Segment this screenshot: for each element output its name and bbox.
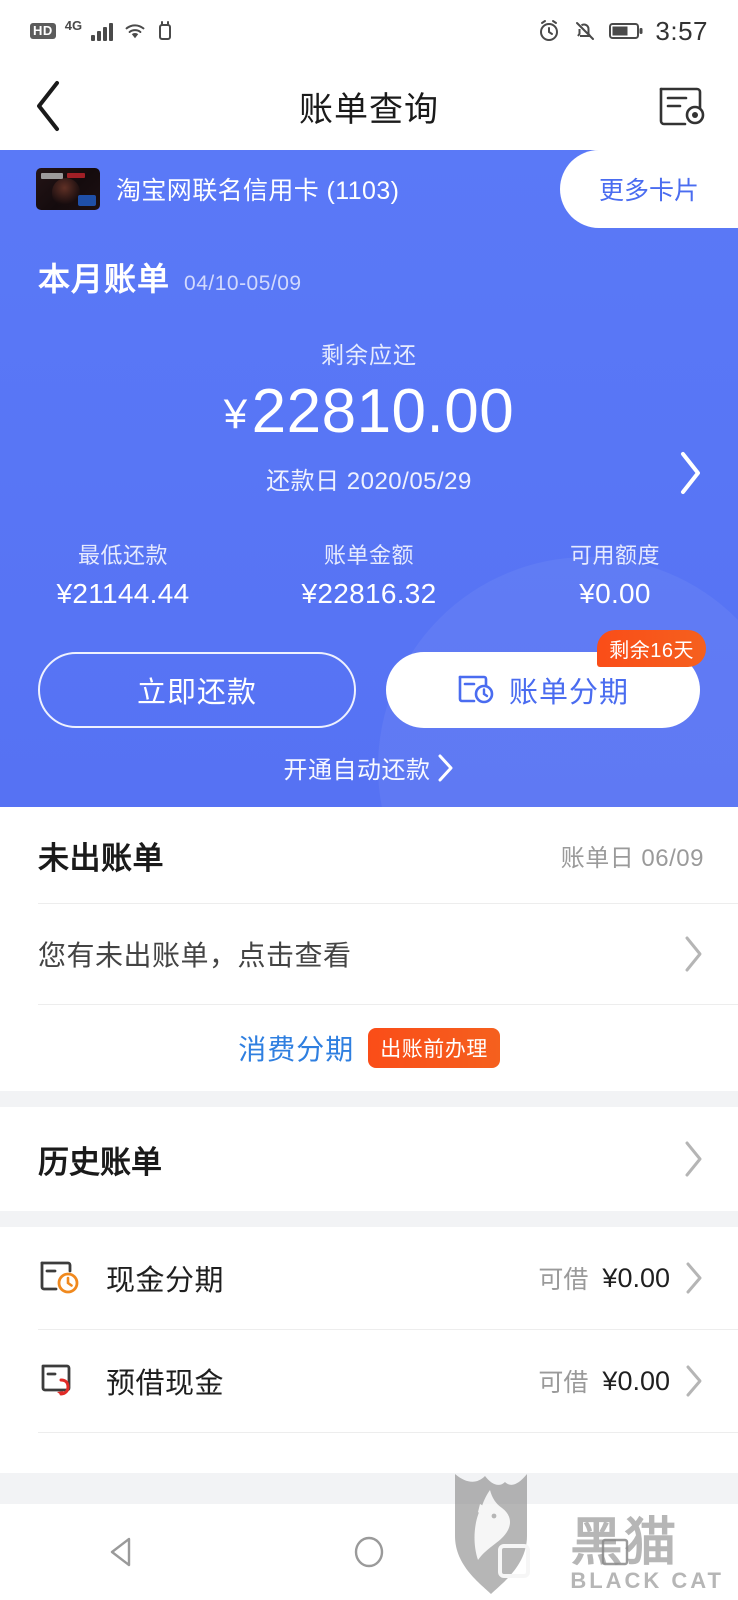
usb-icon <box>157 20 173 42</box>
chevron-right-icon <box>676 450 704 496</box>
page-title: 账单查询 <box>299 89 439 130</box>
consumer-installment-link: 消费分期 <box>238 1034 355 1065</box>
days-left-badge: 剩余16天 <box>597 630 706 667</box>
unbilled-section: 未出账单 账单日 06/09 您有未出账单，点击查看 消费分期 出账前办理 <box>0 807 738 1091</box>
watermark-en: BLACK CAT <box>570 1568 724 1593</box>
back-triangle-icon[interactable] <box>103 1532 143 1572</box>
chevron-right-icon <box>435 753 455 783</box>
bill-summary-card: 淘宝网联名信用卡 (1103) 更多卡片 本月账单 04/10-05/09 剩余… <box>0 150 738 807</box>
status-bar: HD 4G 3:57 <box>0 0 738 62</box>
bill-period: 04/10-05/09 <box>184 272 302 295</box>
promo-badge: 出账前办理 <box>368 1028 500 1068</box>
service-tag: 可借 <box>538 1369 589 1397</box>
history-title: 历史账单 <box>38 1144 162 1180</box>
service-label: 现金分期 <box>106 1265 225 1297</box>
cash-advance-icon <box>38 1361 84 1401</box>
status-bar-right: 3:57 <box>537 16 708 47</box>
due-date-label: 还款日 2020/05/29 <box>266 468 472 495</box>
amount-number: 22810.00 <box>251 377 515 446</box>
stat-bill-amount: 账单金额 ¥22816.32 <box>246 538 492 610</box>
cash-installment-icon <box>38 1258 84 1298</box>
card-name-label: 淘宝网联名信用卡 (1103) <box>116 177 400 205</box>
bill-title: 本月账单 <box>38 261 171 297</box>
card-selector-bar: 淘宝网联名信用卡 (1103) 更多卡片 <box>0 150 738 228</box>
enable-autopay-link[interactable]: 开通自动还款 <box>0 728 738 785</box>
bill-installment-label: 账单分期 <box>508 677 629 709</box>
unbilled-header: 未出账单 账单日 06/09 <box>0 807 738 903</box>
phone-screen: HD 4G 3:57 账单查询 淘宝网联名信用卡 (1103) 更多卡片 本月账… <box>0 0 738 1600</box>
signal-icon <box>91 21 114 41</box>
service-right: 可借 ¥0.00 <box>538 1363 704 1399</box>
black-cat-logo-icon <box>450 1468 560 1594</box>
repay-now-button[interactable]: 立即还款 <box>38 652 356 728</box>
unbilled-detail-row[interactable]: 您有未出账单，点击查看 <box>0 904 738 1004</box>
partial-service-row[interactable] <box>0 1433 738 1473</box>
bill-stats: 最低还款 ¥21144.44 账单金额 ¥22816.32 可用额度 ¥0.00 <box>0 538 738 610</box>
service-row-cash-installment[interactable]: 现金分期 可借 ¥0.00 <box>0 1227 738 1329</box>
mute-icon <box>573 19 597 43</box>
alarm-icon <box>537 19 561 43</box>
watermark: 黑猫 BLACK CAT <box>450 1468 724 1594</box>
status-bar-left: HD 4G <box>30 17 173 42</box>
stat-label: 可用额度 <box>569 543 660 568</box>
section-gap <box>0 1091 738 1107</box>
watermark-cn: 黑猫 <box>570 1512 679 1573</box>
service-row-cash-advance[interactable]: 预借现金 可借 ¥0.00 <box>0 1330 738 1432</box>
chevron-right-icon <box>684 1364 704 1398</box>
chevron-right-icon <box>682 935 704 973</box>
bill-period-header: 本月账单 04/10-05/09 <box>0 228 738 300</box>
watermark-text: 黑猫 BLACK CAT <box>570 1512 724 1594</box>
chevron-right-icon <box>682 1140 704 1178</box>
network-type-label: 4G <box>64 17 83 33</box>
amount-value: ¥22810.00 <box>0 376 738 447</box>
bill-installment-wrap: 剩余16天 账单分期 <box>386 630 706 728</box>
stat-value: ¥22816.32 <box>301 578 437 609</box>
credit-card-thumbnail-icon <box>36 168 100 210</box>
unbilled-title: 未出账单 <box>38 840 164 876</box>
hero-actions: 立即还款 剩余16天 账单分期 <box>0 610 738 728</box>
selected-card[interactable]: 淘宝网联名信用卡 (1103) <box>0 150 560 228</box>
service-amount: ¥0.00 <box>602 1365 670 1396</box>
currency-symbol: ¥ <box>223 390 248 437</box>
unbilled-row-text: 您有未出账单，点击查看 <box>38 940 352 971</box>
stat-min-repayment: 最低还款 ¥21144.44 <box>0 538 246 610</box>
bill-day-label: 账单日 06/09 <box>560 844 704 872</box>
consumer-installment-promo[interactable]: 消费分期 出账前办理 <box>0 1005 738 1091</box>
home-circle-icon[interactable] <box>349 1532 389 1572</box>
service-right: 可借 ¥0.00 <box>538 1260 704 1296</box>
autopay-label: 开通自动还款 <box>283 757 431 784</box>
stat-available-credit: 可用额度 ¥0.00 <box>492 538 738 610</box>
amount-block: 剩余应还 ¥22810.00 还款日 2020/05/29 <box>0 300 738 496</box>
installment-clock-icon <box>457 673 497 707</box>
stat-value: ¥0.00 <box>579 578 651 609</box>
battery-icon <box>609 21 643 41</box>
stat-value: ¥21144.44 <box>56 578 190 609</box>
more-cards-button[interactable]: 更多卡片 <box>560 150 738 228</box>
stat-label: 最低还款 <box>77 543 168 568</box>
nav-bar: 账单查询 <box>0 62 738 150</box>
history-section: 历史账单 <box>0 1107 738 1211</box>
section-gap <box>0 1211 738 1227</box>
chevron-right-icon <box>684 1261 704 1295</box>
wifi-icon <box>122 21 148 41</box>
service-amount: ¥0.00 <box>602 1262 670 1293</box>
services-section: 现金分期 可借 ¥0.00 预借现金 可借 ¥0.00 <box>0 1227 738 1473</box>
hd-icon: HD <box>30 22 56 40</box>
bill-detail-arrow-button[interactable] <box>676 450 704 496</box>
status-bar-clock: 3:57 <box>655 15 708 46</box>
amount-label: 剩余应还 <box>321 342 417 368</box>
stat-label: 账单金额 <box>323 543 414 568</box>
service-tag: 可借 <box>538 1266 589 1294</box>
history-bills-row[interactable]: 历史账单 <box>0 1107 738 1211</box>
service-label: 预借现金 <box>106 1368 225 1400</box>
